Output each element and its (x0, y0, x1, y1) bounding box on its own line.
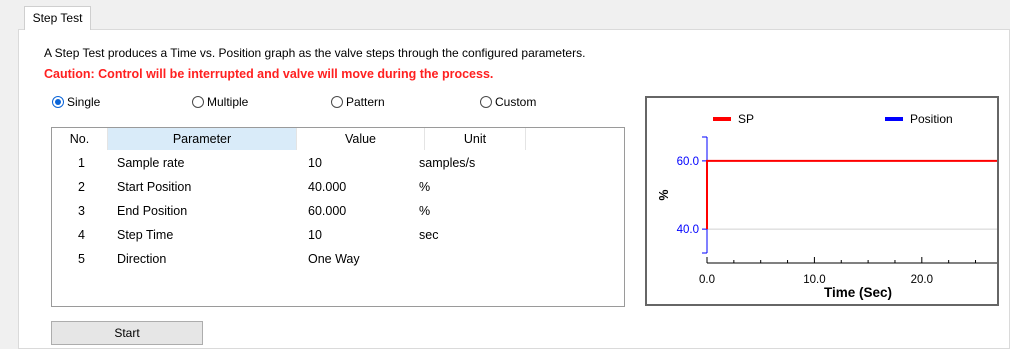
cell-unit: % (419, 204, 431, 218)
radio-single-label: Single (67, 95, 101, 109)
cell-value[interactable]: 40.000 (308, 175, 346, 199)
x-axis-label: Time (Sec) (824, 285, 892, 300)
intro-text: A Step Test produces a Time vs. Position… (44, 46, 586, 60)
cell-no: 1 (78, 156, 85, 170)
radio-custom[interactable]: Custom (480, 95, 536, 109)
x-tick-label: 20.0 (911, 274, 933, 286)
table-row[interactable]: 3 End Position 60.000 % (52, 199, 624, 223)
cell-value[interactable]: 60.000 (308, 199, 346, 223)
cell-parameter: Sample rate (117, 156, 185, 170)
cell-no: 3 (78, 204, 85, 218)
table-row[interactable]: 5 Direction One Way (52, 247, 624, 271)
parameter-table: No. Parameter Value Unit 1 Sample rate 1… (51, 127, 625, 307)
radio-pattern[interactable]: Pattern (331, 95, 385, 109)
column-header-parameter[interactable]: Parameter (108, 128, 297, 150)
cell-no: 5 (78, 252, 85, 266)
cell-unit: % (419, 180, 431, 194)
x-tick-label: 0.0 (699, 274, 715, 286)
radio-empty-icon (192, 96, 204, 108)
y-axis-label: % (656, 189, 670, 200)
step-test-chart: SP Position 60.0 40.0 0.0 10.0 20.0 Time (Sec)% (645, 96, 999, 306)
start-button[interactable]: Start (51, 321, 203, 345)
column-header-no[interactable]: No. (52, 128, 108, 150)
tab-step-test[interactable]: Step Test (24, 6, 91, 30)
radio-empty-icon (331, 96, 343, 108)
column-header-unit[interactable]: Unit (425, 128, 526, 150)
column-header-value[interactable]: Value (297, 128, 425, 150)
chart-canvas: SP Position 60.0 40.0 0.0 10.0 20.0 Time (Sec)% (656, 112, 997, 300)
cell-value[interactable]: One Way (308, 247, 360, 271)
cell-value[interactable]: 10 (308, 151, 322, 175)
y-tick-label: 60.0 (677, 156, 699, 168)
table-row[interactable]: 4 Step Time 10 sec (52, 223, 624, 247)
table-row[interactable]: 1 Sample rate 10 samples/s (52, 151, 624, 175)
radio-selected-icon (52, 96, 64, 108)
y-tick-label: 40.0 (677, 224, 699, 236)
caution-text: Caution: Control will be interrupted and… (44, 67, 494, 81)
radio-multiple[interactable]: Multiple (192, 95, 248, 109)
table-row[interactable]: 2 Start Position 40.000 % (52, 175, 624, 199)
cell-parameter: End Position (117, 204, 188, 218)
radio-custom-label: Custom (495, 95, 537, 109)
series-line-sp (706, 159, 997, 230)
cell-parameter: Start Position (117, 180, 192, 194)
radio-multiple-label: Multiple (207, 95, 249, 109)
cell-no: 2 (78, 180, 85, 194)
x-tick-label: 10.0 (803, 274, 825, 286)
legend-label-sp: SP (738, 112, 754, 126)
cell-no: 4 (78, 228, 85, 242)
cell-parameter: Step Time (117, 228, 174, 242)
radio-empty-icon (480, 96, 492, 108)
cell-unit: samples/s (419, 156, 476, 170)
cell-unit: sec (419, 228, 439, 242)
cell-parameter: Direction (117, 252, 167, 266)
radio-pattern-label: Pattern (346, 95, 385, 109)
radio-single[interactable]: Single (52, 95, 100, 109)
cell-value[interactable]: 10 (308, 223, 322, 247)
legend-label-position: Position (910, 112, 953, 126)
